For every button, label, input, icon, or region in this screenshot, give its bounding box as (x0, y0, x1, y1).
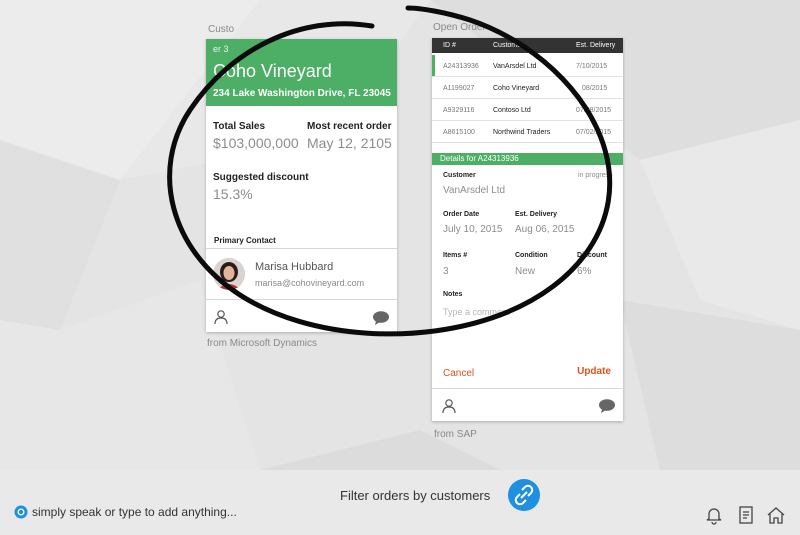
est-delivery-value: Aug 06, 2015 (515, 224, 575, 235)
column-header-customer[interactable]: Customer (493, 42, 523, 49)
cancel-button[interactable]: Cancel (443, 368, 474, 379)
order-delivery: 08/2015 (582, 85, 608, 92)
table-row[interactable]: A24313936 VanArsdel Ltd 7/10/2015 (432, 55, 623, 77)
condition-value: New (515, 266, 536, 277)
column-header-id[interactable]: ID # (443, 42, 456, 49)
discount-label: Suggested discount (213, 172, 309, 183)
customer-tier: er 3 (213, 44, 229, 54)
details-customer-label: Customer (443, 172, 476, 179)
order-delivery: 7/10/2015 (576, 63, 608, 70)
order-id: A9329116 (443, 107, 475, 114)
table-row[interactable]: A1199027 Coho Vineyard 08/2015 (432, 77, 623, 99)
order-date-value: July 10, 2015 (443, 224, 503, 235)
contact-name: Marisa Hubbard (255, 261, 334, 273)
order-delivery: 07/08/2015 (576, 107, 612, 114)
total-sales-value: $103,000,000 (213, 135, 299, 151)
table-row[interactable]: A8615100 Northwind Traders 07/02/2015 (432, 121, 623, 143)
home-icon[interactable] (766, 505, 786, 525)
filter-suggestion-text[interactable]: Filter orders by customers (340, 488, 490, 503)
order-id: A8615100 (443, 129, 475, 136)
mic-indicator-icon[interactable] (14, 505, 28, 519)
customer-name: Coho Vineyard (213, 61, 332, 81)
background (0, 0, 800, 535)
discount-label: Discount (577, 252, 607, 259)
recent-order-label: Most recent order (307, 121, 392, 132)
orders-source: from SAP (434, 429, 477, 440)
total-sales-label: Total Sales (213, 121, 266, 132)
orders-footer-divider (432, 388, 623, 389)
avatar (213, 258, 245, 290)
orders-card: ID # Customer Est. Delivery A24313936 Va… (432, 38, 623, 421)
contact-email[interactable]: marisa@cohovineyard.com (255, 278, 364, 288)
footer-divider (206, 299, 397, 300)
details-title: Details for A24313936 (440, 154, 519, 163)
customer-card: er 3 Coho Vineyard 234 Lake Washington D… (206, 39, 397, 332)
orders-caption: Open Order (433, 22, 486, 33)
customer-caption: Custo (208, 24, 235, 35)
orders-table-header: ID # Customer Est. Delivery (432, 38, 623, 53)
items-value: 3 (443, 266, 449, 277)
discount-value: 15.3% (213, 186, 253, 202)
speak-prompt[interactable]: simply speak or type to add anything... (32, 505, 237, 519)
order-customer: Coho Vineyard (493, 85, 540, 92)
table-row[interactable]: A9329116 Contoso Ltd 07/08/2015 (432, 99, 623, 121)
bell-icon[interactable] (704, 505, 724, 525)
customer-address: 234 Lake Washington Drive, FL 23045 (213, 88, 391, 99)
chat-bubble-icon[interactable] (372, 310, 390, 328)
selected-row-indicator (432, 55, 435, 76)
order-customer: Contoso Ltd (493, 107, 531, 114)
link-icon (514, 484, 534, 506)
notes-input[interactable] (443, 304, 593, 320)
column-header-delivery[interactable]: Est. Delivery (576, 42, 615, 49)
person-icon[interactable] (213, 309, 231, 327)
customer-header: er 3 Coho Vineyard 234 Lake Washington D… (206, 39, 397, 106)
items-label: Items # (443, 252, 468, 259)
update-button[interactable]: Update (577, 366, 611, 377)
chat-bubble-icon[interactable] (598, 398, 616, 416)
details-header: Details for A24313936 (432, 153, 623, 165)
order-id: A1199027 (443, 85, 475, 92)
order-date-label: Order Date (443, 211, 480, 218)
customer-source: from Microsoft Dynamics (207, 338, 318, 349)
details-customer-value: VanArsdel Ltd (443, 185, 506, 196)
order-customer: VanArsdel Ltd (493, 63, 537, 70)
est-delivery-label: Est. Delivery (515, 211, 558, 218)
recent-order-value: May 12, 2105 (307, 135, 392, 151)
link-button[interactable] (508, 479, 540, 511)
notes-icon[interactable] (736, 505, 756, 525)
person-icon[interactable] (441, 398, 459, 416)
notes-label: Notes (443, 291, 463, 298)
order-id: A24313936 (443, 63, 479, 70)
condition-label: Condition (515, 252, 548, 259)
status-badge: in progress (578, 172, 613, 179)
primary-contact-label: Primary Contact (214, 236, 276, 245)
discount-value: 6% (577, 266, 592, 277)
contact-divider (206, 248, 397, 249)
order-delivery: 07/02/2015 (576, 129, 612, 136)
order-customer: Northwind Traders (493, 129, 551, 136)
